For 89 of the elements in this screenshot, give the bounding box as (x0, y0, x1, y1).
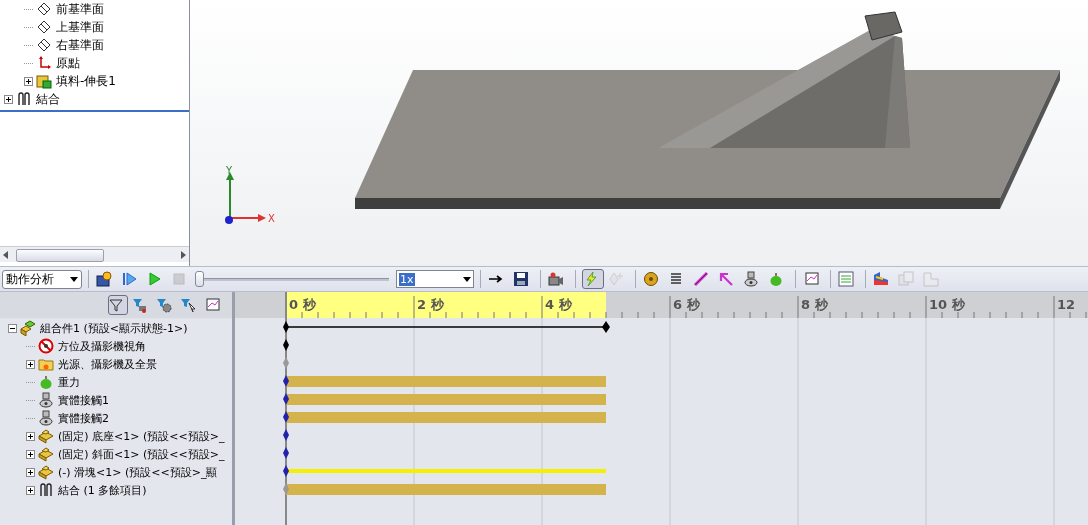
tree-item[interactable]: 右基準面 (56, 36, 104, 54)
no-sign-icon (38, 338, 54, 354)
force-arrow-icon (718, 271, 734, 287)
time-label: 8 秒 (801, 297, 828, 312)
expand-toggle[interactable] (26, 485, 35, 495)
tree-item[interactable]: 光源、攝影機及全景 (58, 356, 157, 372)
expand-toggle[interactable] (8, 323, 17, 333)
horizontal-scrollbar[interactable] (0, 246, 189, 262)
axis-label: X (268, 213, 275, 224)
contact-icon (38, 392, 54, 408)
time-label: 2 秒 (417, 297, 444, 312)
time-label: 6 秒 (673, 297, 700, 312)
key-point-icon[interactable] (283, 321, 289, 333)
tree-item[interactable]: 重力 (58, 374, 80, 390)
plane-icon (36, 1, 52, 17)
tree-item[interactable]: 結合 (36, 90, 60, 108)
tree-item[interactable]: 組合件1 (預設<顯示狀態-1>) (40, 320, 188, 336)
assembly-icon (20, 320, 36, 336)
axis-triad-icon (225, 172, 266, 224)
caret-icon (70, 276, 78, 282)
tree-item[interactable]: 原點 (56, 54, 80, 72)
time-label: 4 秒 (545, 297, 572, 312)
filter-button[interactable] (108, 295, 128, 315)
tree-item[interactable]: 填料-伸長1 (56, 72, 116, 90)
key-point-icon[interactable] (283, 393, 289, 405)
key-point-icon[interactable] (283, 411, 289, 423)
speed-combo[interactable]: 1x (396, 270, 474, 288)
filter-gear-icon (156, 297, 172, 313)
part-icon (38, 464, 54, 480)
apple-icon (38, 374, 54, 390)
origin-icon (36, 55, 52, 71)
key-point-icon[interactable] (283, 339, 289, 351)
expand-toggle[interactable] (4, 94, 13, 104)
study-type-dropdown[interactable]: 動作分析 (2, 269, 82, 289)
part-icon (38, 428, 54, 444)
time-label: 12 (1057, 297, 1076, 312)
tree-item[interactable]: 方位及攝影機視角 (58, 338, 146, 354)
checklist-icon (838, 271, 854, 287)
tree-item[interactable]: (-) 滑塊<1> (預設<<預設>_顯 (58, 464, 218, 480)
lightning-icon (583, 271, 599, 287)
expand-toggle[interactable] (26, 467, 35, 477)
folder-icon (38, 356, 54, 372)
tree-item[interactable]: (固定) 斜面<1> (預設<<預設>_ (58, 446, 225, 462)
save-icon (513, 271, 529, 287)
layout-icon (923, 271, 939, 287)
apple-icon (768, 271, 784, 287)
calculator-icon (96, 271, 112, 287)
diamond-plus-icon (608, 271, 624, 287)
slider-thumb[interactable] (195, 271, 204, 287)
contact-icon (38, 410, 54, 426)
play-icon (146, 271, 162, 287)
part-icon (38, 446, 54, 462)
tree-item[interactable]: (固定) 底座<1> (預設<<預設>_ (58, 428, 225, 444)
caret-icon (463, 276, 471, 282)
tree-item[interactable]: 實體接觸2 (58, 410, 109, 426)
key-point-icon[interactable] (283, 375, 289, 387)
expand-toggle[interactable] (26, 449, 35, 459)
expand-toggle[interactable] (26, 359, 35, 369)
filter-camera-icon (132, 297, 148, 313)
tree-item[interactable]: 前基準面 (56, 0, 104, 18)
key-point-icon[interactable] (283, 447, 289, 459)
camera-icon (548, 271, 564, 287)
plot-icon (204, 297, 220, 313)
axis-label: Y (226, 165, 233, 176)
copy-icon (898, 271, 914, 287)
filter-pointer-icon (180, 297, 196, 313)
color-icon (873, 271, 889, 287)
tree-item[interactable]: 結合 (1 多餘項目) (58, 482, 147, 498)
time-label: 10 秒 (929, 297, 965, 312)
paperclip-icon (38, 482, 54, 498)
expand-toggle[interactable] (24, 76, 33, 86)
motor-icon (643, 271, 659, 287)
plane-icon (36, 37, 52, 53)
stop-icon (171, 271, 187, 287)
tree-item[interactable]: 實體接觸1 (58, 392, 109, 408)
filter-icon (108, 297, 124, 313)
key-point-icon[interactable] (283, 465, 289, 477)
damper-icon (693, 271, 709, 287)
rewind-play-icon (121, 271, 137, 287)
spring-icon (668, 271, 684, 287)
key-point-icon[interactable] (283, 429, 289, 441)
time-label: 0 秒 (289, 297, 316, 312)
extrude-feature-icon (36, 73, 52, 89)
contact-icon (743, 271, 759, 287)
expand-toggle[interactable] (26, 431, 35, 441)
paperclip-icon (16, 91, 32, 107)
plane-icon (36, 19, 52, 35)
tree-item[interactable]: 上基準面 (56, 18, 104, 36)
plot-icon (803, 271, 819, 287)
